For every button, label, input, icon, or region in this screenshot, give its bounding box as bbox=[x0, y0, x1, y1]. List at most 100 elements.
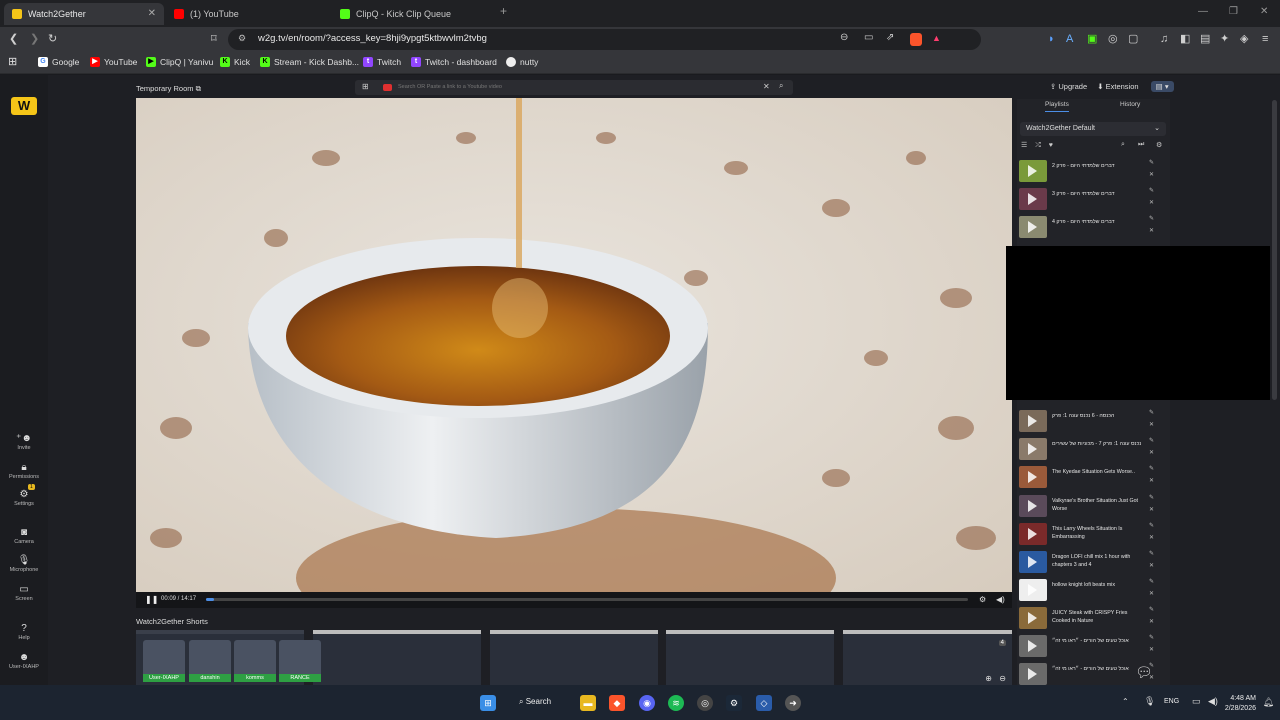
remove-icon[interactable]: ✕ bbox=[1149, 199, 1154, 206]
cast-icon[interactable]: ▭ bbox=[864, 32, 873, 43]
wallet-icon[interactable]: ▤ bbox=[1200, 32, 1210, 46]
bookmark-nutty[interactable]: nutty bbox=[506, 57, 538, 67]
clear-icon[interactable]: ✕ bbox=[763, 82, 770, 91]
settings-button[interactable]: ⚙ Settings 1 bbox=[0, 484, 48, 507]
obs-icon[interactable]: ◎ bbox=[697, 695, 713, 711]
playlist-select[interactable]: Watch2Gether Default ⌄ bbox=[1020, 122, 1166, 136]
edit-icon[interactable]: ✎ bbox=[1149, 578, 1154, 585]
scrollbar-thumb[interactable] bbox=[1272, 100, 1277, 400]
brave-rewards-icon[interactable]: ▲ bbox=[932, 33, 941, 43]
user-avatar[interactable]: RANCE bbox=[279, 640, 321, 682]
extension-kick-icon[interactable]: ▣ bbox=[1087, 32, 1097, 46]
address-bar[interactable]: ⚙ w2g.tv/en/room/?access_key=8hji9ypgt5k… bbox=[228, 29, 981, 50]
room-title[interactable]: Temporary Room ⧉ bbox=[136, 84, 201, 94]
user-avatar[interactable]: komms bbox=[234, 640, 276, 682]
playlist-item[interactable]: This Larry Wheels Situation Is Embarrass… bbox=[1017, 521, 1167, 547]
extension-icon[interactable]: ◎ bbox=[1108, 32, 1118, 46]
edit-icon[interactable]: ✎ bbox=[1149, 634, 1154, 641]
playlist-item[interactable]: The Kyedae Situation Gets Worse.. ✎ ✕ bbox=[1017, 464, 1167, 490]
reload-icon[interactable]: ↻ bbox=[48, 32, 57, 46]
playlist-item[interactable]: 2 דברים שלמדתי היום - פרק ✎ ✕ bbox=[1017, 158, 1167, 184]
short-card[interactable] bbox=[490, 630, 658, 685]
edit-icon[interactable]: ✎ bbox=[1149, 159, 1154, 166]
remove-icon[interactable]: ✕ bbox=[1149, 506, 1154, 513]
bookmark-twitch[interactable]: t Twitch bbox=[363, 57, 401, 67]
tab-clipq[interactable]: ClipQ - Kick Clip Queue bbox=[332, 3, 494, 25]
remove-icon[interactable]: ✕ bbox=[1149, 646, 1154, 653]
layout-toggle-button[interactable]: ▤ ▾ bbox=[1150, 81, 1174, 92]
forward-icon[interactable]: ❯ bbox=[30, 32, 39, 46]
playlist-item[interactable]: JUICY Steak with CRISPY Fries Cooked in … bbox=[1017, 605, 1167, 631]
notification-icon[interactable]: 🔔︎ bbox=[1263, 697, 1274, 708]
close-tab-icon[interactable]: ✕ bbox=[148, 8, 156, 19]
bookmark-youtube[interactable]: ▶ YouTube bbox=[90, 57, 137, 67]
steam-icon[interactable]: ⚙ bbox=[726, 695, 742, 711]
remove-icon[interactable]: ✕ bbox=[1149, 562, 1154, 569]
remove-icon[interactable]: ✕ bbox=[1149, 590, 1154, 597]
playlist-item[interactable]: Valkyrae's Brother Situation Just Got Wo… bbox=[1017, 493, 1167, 519]
extension-link[interactable]: ⬇ Extension bbox=[1097, 82, 1138, 91]
tab-history[interactable]: History bbox=[1120, 101, 1140, 108]
playlist-item[interactable]: נכנס עונה 1: פרק 7 - מכוניות של עשירים ✎ ✕ bbox=[1017, 436, 1167, 462]
extension-box-icon[interactable]: ▢ bbox=[1128, 32, 1138, 46]
clock[interactable]: 4:48 AM 2/28/2026 bbox=[1225, 694, 1256, 714]
volume-icon[interactable]: ◀) bbox=[1208, 696, 1218, 707]
music-icon[interactable]: ♫ bbox=[1160, 32, 1168, 46]
site-info-icon[interactable]: ⚙ bbox=[238, 33, 246, 44]
camera-button[interactable]: ◙ Camera bbox=[0, 527, 48, 545]
playlist-item[interactable]: Dragon LOFI chill mix 1 hour with chapte… bbox=[1017, 549, 1167, 575]
user-avatar[interactable]: danshin bbox=[189, 640, 231, 682]
playlist-item[interactable]: 3 דברים שלמדתי היום - פרק ✎ ✕ bbox=[1017, 186, 1167, 212]
app-icon[interactable]: ◇ bbox=[756, 695, 772, 711]
remove-icon[interactable]: ✕ bbox=[1149, 171, 1154, 178]
gear-icon[interactable]: ⚙ bbox=[979, 595, 986, 604]
screen-button[interactable]: ▭ Screen bbox=[0, 584, 48, 602]
heart-icon[interactable]: ♥ bbox=[1049, 142, 1053, 149]
chat-icon[interactable]: 💬︎ bbox=[1135, 664, 1161, 684]
user-button[interactable]: ☻ User-IXAHP bbox=[0, 652, 48, 670]
help-button[interactable]: ? Help bbox=[0, 623, 48, 641]
microphone-button[interactable]: 🎙︎ Microphone bbox=[0, 555, 48, 573]
discord-icon[interactable]: ◉ bbox=[639, 695, 655, 711]
w2g-logo[interactable]: W bbox=[11, 97, 37, 115]
zoom-out-icon[interactable]: ⊖ bbox=[999, 674, 1006, 683]
spotify-icon[interactable]: ≋ bbox=[668, 695, 684, 711]
bookmark-google[interactable]: G Google bbox=[38, 57, 79, 67]
brave-shields-icon[interactable] bbox=[910, 33, 922, 46]
close-window-icon[interactable]: ✕ bbox=[1260, 6, 1268, 17]
bookmark-kick-dashboard[interactable]: K Stream - Kick Dashb... bbox=[260, 57, 359, 67]
video-search-input[interactable]: ⊞ Search OR Paste a link to a Youtube vi… bbox=[355, 80, 793, 95]
short-card[interactable]: 4 ⊕ ⊖ bbox=[843, 630, 1012, 685]
permissions-button[interactable]: 🔒︎ Permissions bbox=[0, 462, 48, 480]
menu-icon[interactable]: ≡ bbox=[1262, 32, 1268, 46]
taskbar-search[interactable]: ⌕ Search bbox=[519, 697, 551, 707]
zoom-in-icon[interactable]: ⊕ bbox=[985, 674, 992, 683]
playlist-item[interactable]: hollow knight lofi beats mix ✎ ✕ bbox=[1017, 577, 1167, 603]
seek-bar[interactable] bbox=[206, 598, 968, 601]
remove-icon[interactable]: ✕ bbox=[1149, 477, 1154, 484]
tray-chevron-icon[interactable]: ⌃ bbox=[1122, 697, 1129, 706]
playlist-item[interactable]: הכנסה - 6 נכנס עונה 1: פרק ✎ ✕ bbox=[1017, 408, 1167, 434]
edit-icon[interactable]: ✎ bbox=[1149, 550, 1154, 557]
bookmark-kick[interactable]: K Kick bbox=[220, 57, 250, 67]
invite-button[interactable]: ⁺☻ Invite bbox=[0, 433, 48, 451]
edit-icon[interactable]: ✎ bbox=[1149, 465, 1154, 472]
shuffle-icon[interactable]: ⤮ bbox=[1035, 142, 1041, 149]
remove-icon[interactable]: ✕ bbox=[1149, 618, 1154, 625]
tab-youtube[interactable]: (1) YouTube bbox=[166, 3, 328, 25]
network-icon[interactable]: ▭ bbox=[1192, 696, 1201, 707]
volume-icon[interactable]: ◀) bbox=[996, 595, 1005, 604]
remove-icon[interactable]: ✕ bbox=[1149, 534, 1154, 541]
share-icon[interactable]: ⇗ bbox=[886, 32, 894, 43]
video-player[interactable] bbox=[136, 98, 1012, 592]
language-indicator[interactable]: ENG bbox=[1164, 698, 1179, 705]
leo-ai-icon[interactable]: ✦ bbox=[1220, 32, 1229, 46]
gear-icon[interactable]: ⚙ bbox=[1156, 141, 1162, 149]
windows-start-icon[interactable]: ⊞ bbox=[480, 695, 496, 711]
copy-icon[interactable]: ⧉ bbox=[196, 84, 201, 93]
app-arrow-icon[interactable]: ➜ bbox=[785, 695, 801, 711]
edit-icon[interactable]: ✎ bbox=[1149, 522, 1154, 529]
remove-icon[interactable]: ✕ bbox=[1149, 227, 1154, 234]
bookmark-clipq[interactable]: ▶ ClipQ | Yanivu bbox=[146, 57, 213, 67]
restore-icon[interactable]: ❐ bbox=[1229, 6, 1238, 17]
